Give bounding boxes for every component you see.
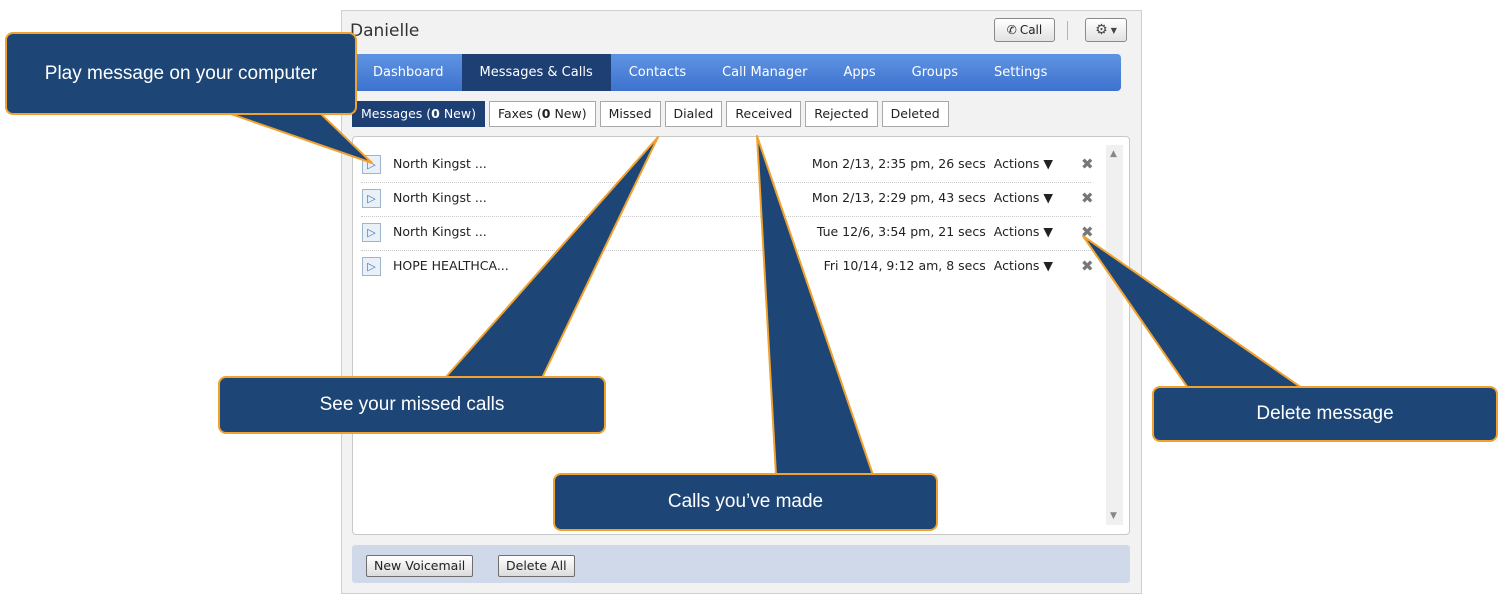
play-callout-pointer [227, 112, 373, 164]
missed-callout-pointer [444, 136, 659, 379]
delete-callout-pointer [1082, 235, 1303, 389]
dialed-calls-callout: Calls you’ve made [553, 473, 938, 531]
missed-calls-callout: See your missed calls [218, 376, 606, 434]
delete-message-callout: Delete message [1152, 386, 1498, 442]
dialed-callout-pointer [756, 135, 874, 476]
play-message-callout: Play message on your computer [5, 32, 357, 115]
